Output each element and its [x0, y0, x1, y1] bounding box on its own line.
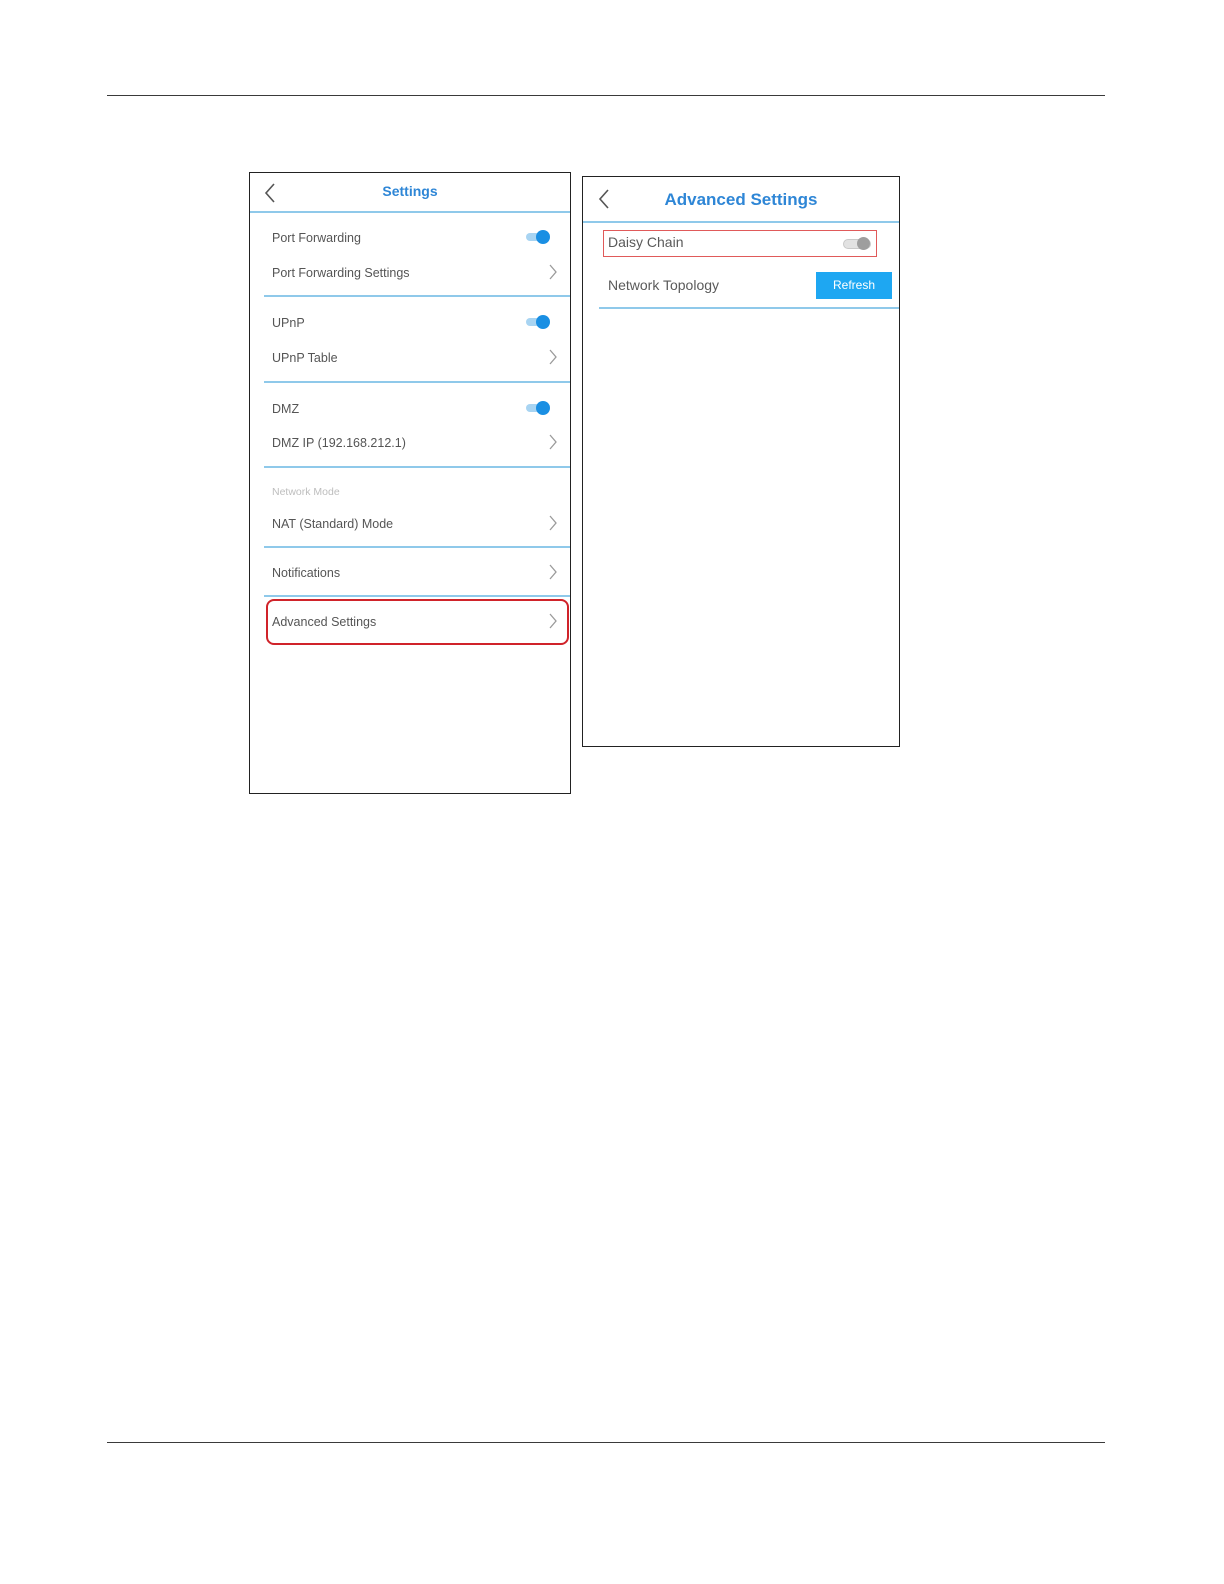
chevron-right-icon	[549, 349, 557, 365]
chevron-right-icon	[549, 434, 557, 450]
network-mode-label: Network Mode	[272, 486, 340, 498]
top-rule	[107, 95, 1105, 96]
separator	[264, 295, 570, 297]
refresh-button[interactable]: Refresh	[816, 272, 892, 299]
port-forwarding-toggle[interactable]	[524, 230, 550, 244]
settings-header: Settings	[250, 173, 570, 213]
bottom-rule	[107, 1442, 1105, 1443]
settings-item-label: Notifications	[272, 566, 341, 580]
chevron-right-icon	[549, 515, 557, 531]
chevron-right-icon	[549, 264, 557, 280]
chevron-right-icon	[549, 613, 557, 629]
settings-item-label: NAT (Standard) Mode	[272, 517, 394, 531]
dmz-toggle[interactable]	[524, 401, 550, 415]
separator	[264, 381, 570, 383]
separator	[264, 466, 570, 468]
settings-screen: Settings Port Forwarding Port Forwarding…	[249, 172, 571, 794]
separator	[264, 546, 570, 548]
page-title: Advanced Settings	[664, 190, 818, 209]
network-topology-label: Network Topology	[608, 277, 720, 293]
daisy-chain-label: Daisy Chain	[608, 234, 684, 250]
settings-item-label: Port Forwarding	[272, 231, 361, 245]
separator	[264, 595, 570, 597]
separator	[599, 307, 899, 309]
settings-item-label: DMZ	[272, 402, 300, 416]
settings-item-label: Advanced Settings	[272, 615, 377, 629]
settings-item-label: UPnP	[272, 316, 305, 330]
upnp-toggle[interactable]	[524, 315, 550, 329]
page-title: Settings	[382, 183, 438, 199]
settings-item-label: Port Forwarding Settings	[272, 266, 410, 280]
daisy-chain-toggle[interactable]	[843, 237, 871, 251]
advanced-settings-screen: Advanced Settings Daisy Chain Network To…	[582, 176, 900, 747]
advanced-settings-header: Advanced Settings	[583, 177, 899, 223]
settings-item-label: DMZ IP (192.168.212.1)	[272, 436, 406, 450]
chevron-right-icon	[549, 564, 557, 580]
settings-item-label: UPnP Table	[272, 351, 338, 365]
